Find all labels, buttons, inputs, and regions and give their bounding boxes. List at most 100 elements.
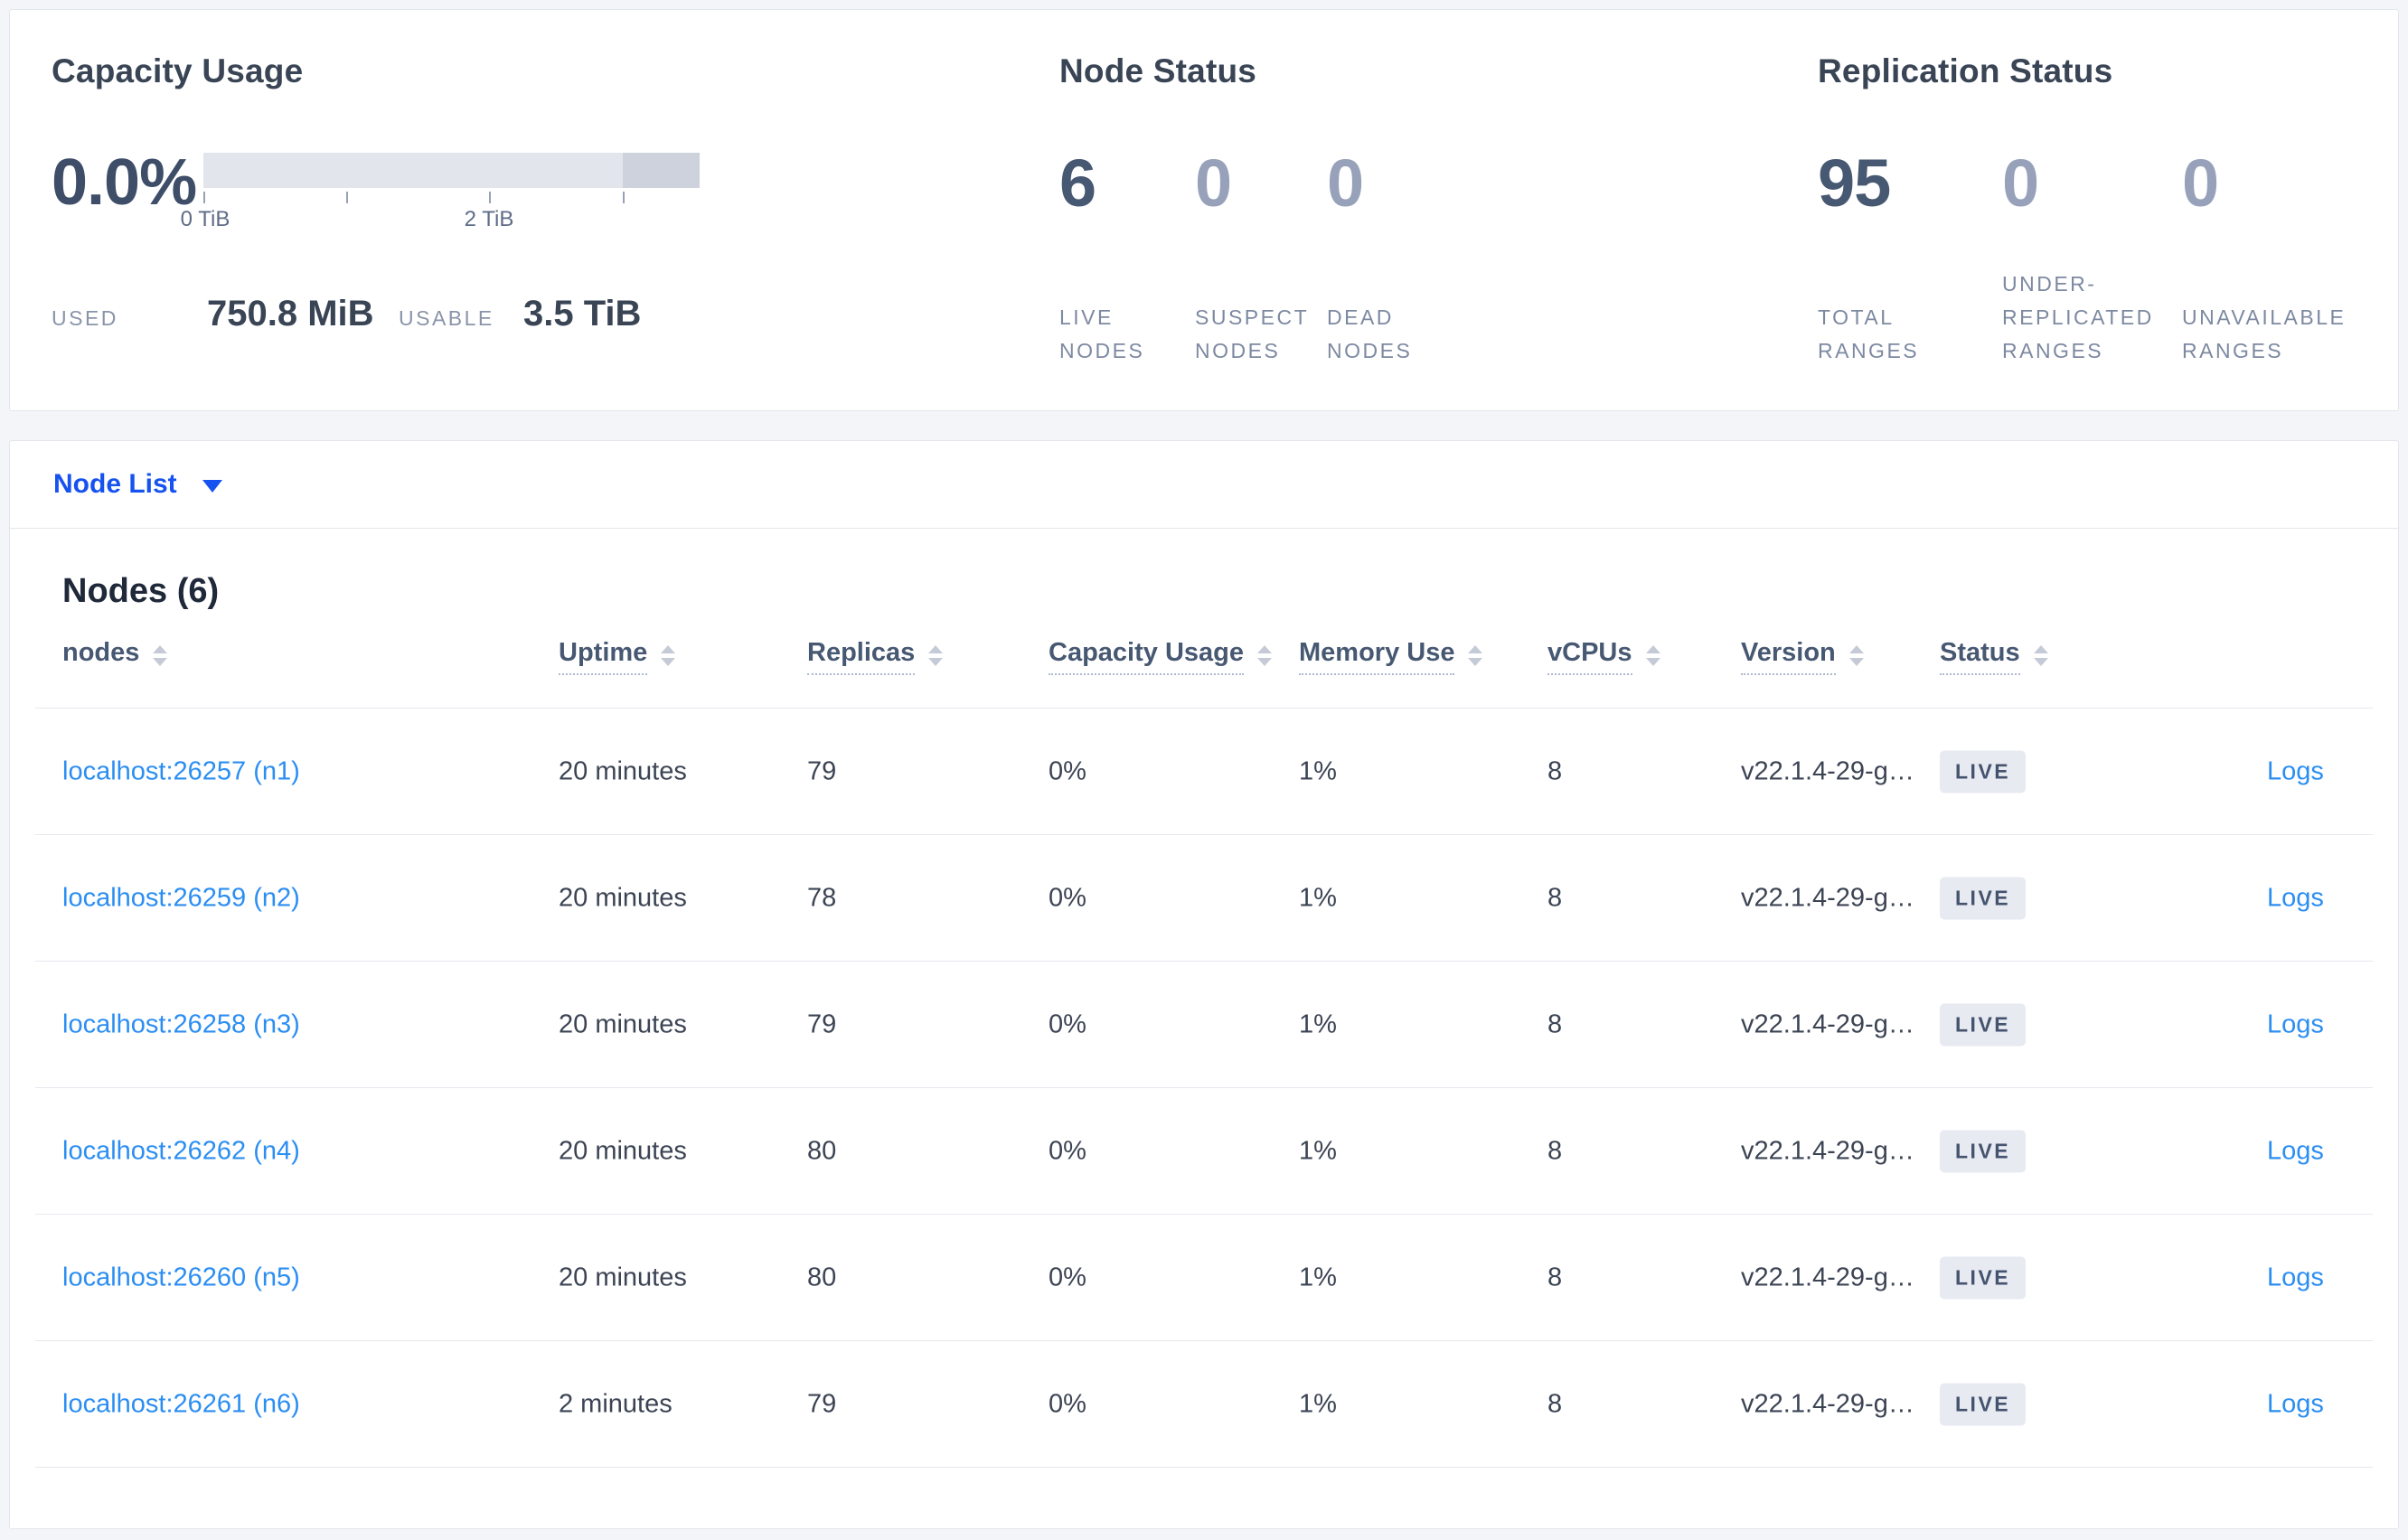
- usable-label: USABLE: [399, 306, 494, 330]
- column-header-capacity-usage[interactable]: Capacity Usage: [1049, 638, 1272, 675]
- vcpus-cell: 8: [1547, 1263, 1563, 1292]
- version-cell: v22.1.4-29-g…: [1741, 1389, 1914, 1419]
- dead-nodes-label: DEAD NODES: [1327, 305, 1413, 362]
- replicas-cell: 80: [807, 1136, 837, 1166]
- vcpus-cell: 8: [1547, 1009, 1563, 1039]
- node-list-panel: Node List Nodes (6) nodes Uptime Replica…: [9, 440, 2399, 1529]
- node-link[interactable]: localhost:26259 (n2): [62, 884, 300, 914]
- vcpus-cell: 8: [1547, 883, 1563, 913]
- column-header-uptime[interactable]: Uptime: [559, 638, 676, 675]
- uptime-cell: 20 minutes: [559, 756, 687, 786]
- dead-nodes-value: 0: [1327, 146, 1364, 221]
- status-badge: LIVE: [1940, 750, 2027, 793]
- capacity-cell: 0%: [1049, 756, 1086, 786]
- sort-icon: [1257, 645, 1272, 666]
- nodes-table-header-row: nodes Uptime Replicas Capacity Usage Mem…: [10, 611, 2398, 709]
- status-badge: LIVE: [1940, 877, 2027, 920]
- capacity-usage-section: Capacity Usage 0.0% 0 TiB 2 TiB USED 750…: [52, 50, 1010, 334]
- capacity-used-percent: 0.0%: [52, 146, 197, 219]
- memory-cell: 1%: [1299, 1389, 1337, 1419]
- suspect-nodes-stat: 0 SUSPECT NODES: [1195, 149, 1327, 368]
- version-cell: v22.1.4-29-g…: [1741, 1136, 1914, 1166]
- memory-cell: 1%: [1299, 756, 1337, 786]
- logs-link[interactable]: Logs: [2267, 757, 2324, 787]
- column-header-vcpus[interactable]: vCPUs: [1547, 638, 1660, 675]
- sort-icon: [2033, 645, 2048, 666]
- suspect-nodes-label: SUSPECT NODES: [1195, 305, 1309, 362]
- status-badge: LIVE: [1940, 1003, 2027, 1047]
- unavailable-ranges-value: 0: [2182, 146, 2219, 221]
- vcpus-cell: 8: [1547, 756, 1563, 786]
- column-header-label: Replicas: [807, 638, 916, 675]
- table-row: localhost:26260 (n5) 20 minutes 80 0% 1%…: [10, 1215, 2398, 1341]
- memory-cell: 1%: [1299, 1263, 1337, 1292]
- column-header-label: Capacity Usage: [1049, 638, 1244, 675]
- axis-tick: [623, 192, 625, 203]
- node-link[interactable]: localhost:26257 (n1): [62, 757, 300, 787]
- uptime-cell: 20 minutes: [559, 1009, 687, 1039]
- sort-icon: [153, 645, 168, 666]
- node-list-dropdown[interactable]: Node List: [53, 469, 222, 500]
- nodes-table-title: Nodes (6): [62, 572, 220, 610]
- live-nodes-value: 6: [1059, 146, 1096, 221]
- replicas-cell: 80: [807, 1263, 837, 1292]
- node-link[interactable]: localhost:26260 (n5): [62, 1263, 300, 1293]
- node-link[interactable]: localhost:26262 (n4): [62, 1137, 300, 1167]
- used-value: 750.8 MiB: [207, 294, 374, 333]
- logs-link[interactable]: Logs: [2267, 1137, 2324, 1167]
- version-cell: v22.1.4-29-g…: [1741, 756, 1914, 786]
- capacity-usage-bar: 0 TiB 2 TiB: [181, 153, 700, 231]
- table-row: localhost:26257 (n1) 20 minutes 79 0% 1%…: [10, 709, 2398, 835]
- unavailable-ranges-stat: 0 UNAVAILABLE RANGES: [2182, 149, 2408, 368]
- sort-icon: [1848, 645, 1864, 666]
- table-row: localhost:26261 (n6) 2 minutes 79 0% 1% …: [10, 1341, 2398, 1468]
- sort-icon: [928, 645, 944, 666]
- replicas-cell: 78: [807, 883, 837, 913]
- node-status-title: Node Status: [1059, 52, 1257, 89]
- used-label: USED: [52, 306, 118, 330]
- replication-status-title: Replication Status: [1818, 52, 2113, 89]
- memory-cell: 1%: [1299, 1136, 1337, 1166]
- uptime-cell: 20 minutes: [559, 1136, 687, 1166]
- table-row: localhost:26262 (n4) 20 minutes 80 0% 1%…: [10, 1088, 2398, 1215]
- logs-link[interactable]: Logs: [2267, 1010, 2324, 1040]
- column-header-label: Version: [1741, 638, 1836, 675]
- axis-tick: [346, 192, 348, 203]
- capacity-cell: 0%: [1049, 883, 1086, 913]
- column-header-version[interactable]: Version: [1741, 638, 1864, 675]
- status-badge: LIVE: [1940, 1130, 2027, 1173]
- replicas-cell: 79: [807, 1009, 837, 1039]
- capacity-cell: 0%: [1049, 1263, 1086, 1292]
- uptime-cell: 2 minutes: [559, 1389, 673, 1419]
- logs-link[interactable]: Logs: [2267, 1263, 2324, 1293]
- memory-cell: 1%: [1299, 1009, 1337, 1039]
- dead-nodes-stat: 0 DEAD NODES: [1327, 149, 1481, 368]
- total-ranges-value: 95: [1818, 146, 1891, 221]
- column-header-nodes[interactable]: nodes: [62, 638, 168, 673]
- cluster-summary-panel: Capacity Usage 0.0% 0 TiB 2 TiB USED 750…: [9, 9, 2399, 411]
- sort-icon: [1645, 645, 1660, 666]
- vcpus-cell: 8: [1547, 1389, 1563, 1419]
- node-list-dropdown-label: Node List: [53, 469, 177, 499]
- column-header-label: Uptime: [559, 638, 648, 675]
- logs-link[interactable]: Logs: [2267, 884, 2324, 914]
- logs-link[interactable]: Logs: [2267, 1390, 2324, 1420]
- under-replicated-ranges-stat: 0 UNDER-REPLICATED RANGES: [2002, 149, 2182, 368]
- node-status-section: Node Status 6 LIVE NODES 0 SUSPECT NODES…: [1059, 50, 1481, 368]
- column-header-label: Memory Use: [1299, 638, 1455, 675]
- column-header-replicas[interactable]: Replicas: [807, 638, 944, 675]
- table-row: localhost:26258 (n3) 20 minutes 79 0% 1%…: [10, 962, 2398, 1088]
- unavailable-ranges-label: UNAVAILABLE RANGES: [2182, 305, 2347, 362]
- uptime-cell: 20 minutes: [559, 883, 687, 913]
- usable-value: 3.5 TiB: [523, 294, 642, 333]
- node-link[interactable]: localhost:26261 (n6): [62, 1390, 300, 1420]
- live-nodes-label: LIVE NODES: [1059, 305, 1145, 362]
- node-link[interactable]: localhost:26258 (n3): [62, 1010, 300, 1040]
- vcpus-cell: 8: [1547, 1136, 1563, 1166]
- version-cell: v22.1.4-29-g…: [1741, 1009, 1914, 1039]
- replicas-cell: 79: [807, 1389, 837, 1419]
- status-badge: LIVE: [1940, 1383, 2027, 1426]
- column-header-label: vCPUs: [1547, 638, 1632, 675]
- column-header-status[interactable]: Status: [1940, 638, 2048, 675]
- column-header-memory-use[interactable]: Memory Use: [1299, 638, 1483, 675]
